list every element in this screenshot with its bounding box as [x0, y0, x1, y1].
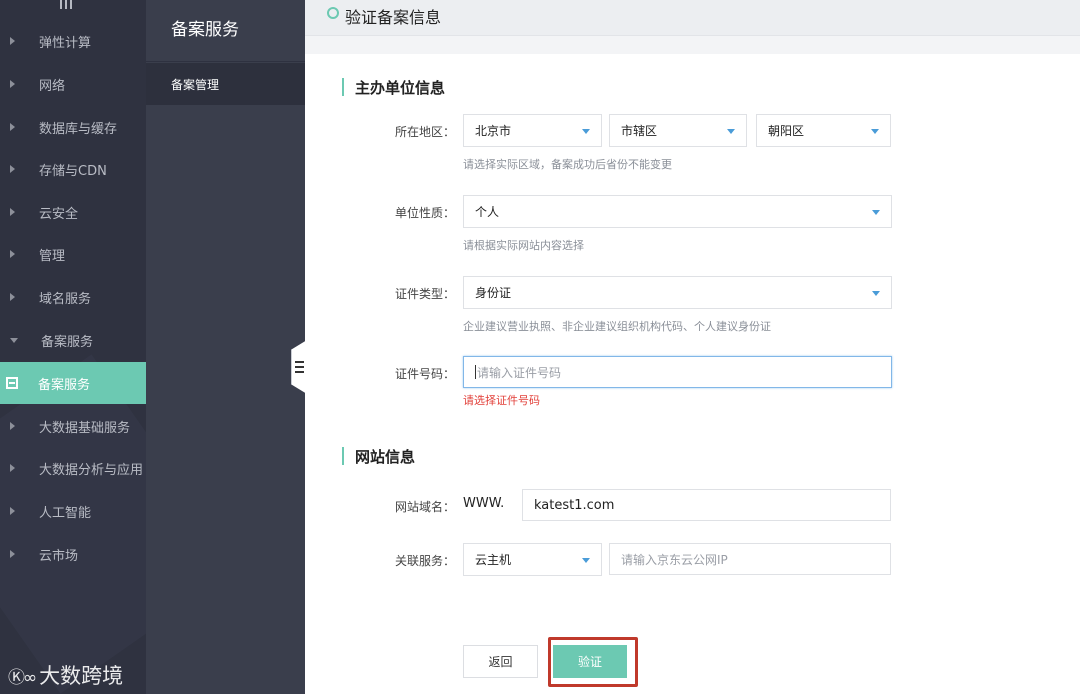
domain-prefix: WWW. — [463, 496, 505, 511]
sidebar-item-storage[interactable]: 存储与CDN — [0, 148, 146, 190]
province-value: 北京市 — [475, 124, 512, 138]
chevron-down-icon — [582, 129, 590, 134]
sidebar-item-icp-service[interactable]: 备案服务 — [0, 362, 146, 404]
service-select[interactable]: 云主机 — [463, 543, 602, 576]
cert-type-value: 身份证 — [475, 286, 512, 300]
nature-select[interactable]: 个人 — [463, 195, 892, 228]
caret-right-icon — [10, 422, 15, 430]
caret-down-icon — [10, 337, 18, 343]
sidebar-item-security[interactable]: 云安全 — [0, 191, 146, 233]
city-value: 市辖区 — [621, 124, 658, 138]
caret-right-icon — [10, 37, 15, 45]
sidebar-item-label: 人工智能 — [39, 505, 92, 521]
main-content: 验证备案信息 主办单位信息 所在地区： 北京市 市辖区 朝阳区 请选择实际区域，… — [305, 0, 1080, 694]
caret-right-icon — [10, 165, 15, 173]
nature-hint: 请根据实际网站内容选择 — [463, 239, 584, 252]
sidebar-item-elastic-compute[interactable]: 弹性计算 — [0, 20, 146, 62]
caret-right-icon — [10, 293, 15, 301]
sidebar-item-label: 弹性计算 — [39, 35, 92, 51]
sidebar-item-icp[interactable]: 备案服务 — [0, 319, 146, 361]
region-hint: 请选择实际区域，备案成功后省份不能变更 — [463, 158, 672, 171]
circle-icon — [327, 7, 339, 19]
verify-highlight-box — [548, 637, 638, 687]
chevron-down-icon — [582, 558, 590, 563]
section-title-website: 网站信息 — [342, 446, 415, 467]
domain-label: 网站域名： — [394, 500, 455, 514]
nature-label: 单位性质： — [394, 206, 455, 220]
cert-no-input[interactable]: 请输入证件号码 — [463, 356, 892, 388]
subnav-title: 备案服务 — [171, 20, 239, 40]
caret-right-icon — [10, 464, 15, 472]
sidebar-item-label: 云市场 — [39, 548, 79, 564]
subnav-item-icp-management[interactable]: 备案管理 — [146, 63, 305, 105]
sidebar-item-bigdata-base[interactable]: 大数据基础服务 — [0, 405, 146, 447]
cert-no-label: 证件号码： — [394, 367, 455, 381]
service-value: 云主机 — [475, 553, 512, 567]
brand-text: 大数跨境 — [39, 664, 124, 688]
district-value: 朝阳区 — [768, 124, 805, 138]
chevron-down-icon — [872, 291, 880, 296]
sidebar-item-label: 存储与CDN — [39, 163, 107, 179]
ip-placeholder: 请输入京东云公网IP — [621, 552, 728, 567]
caret-right-icon — [10, 550, 15, 558]
chevron-down-icon — [871, 129, 879, 134]
ip-input[interactable]: 请输入京东云公网IP — [609, 543, 891, 575]
section-title-sponsor: 主办单位信息 — [342, 77, 445, 98]
document-icon — [6, 377, 18, 389]
page-header: 验证备案信息 — [305, 0, 1080, 36]
sidebar-item-ai[interactable]: 人工智能 — [0, 490, 146, 532]
city-select[interactable]: 市辖区 — [609, 114, 747, 147]
caret-right-icon — [10, 208, 15, 216]
domain-value: katest1.com — [534, 497, 615, 513]
cert-no-placeholder: 请输入证件号码 — [477, 365, 562, 380]
sidebar-item-label: 备案服务 — [38, 377, 91, 393]
province-select[interactable]: 北京市 — [463, 114, 602, 147]
sidebar-item-label: 备案服务 — [41, 334, 94, 350]
caret-right-icon — [10, 123, 15, 131]
sidebar-item-label: 域名服务 — [39, 291, 92, 307]
cert-type-hint: 企业建议营业执照、非企业建议组织机构代码、个人建议身份证 — [463, 320, 771, 333]
brand-watermark: Ⓚ∞ 大数跨境 — [8, 660, 123, 690]
text-cursor — [475, 365, 476, 379]
caret-right-icon — [10, 250, 15, 258]
sidebar-item-network[interactable]: 网络 — [0, 63, 146, 105]
secondary-nav: 备案服务 备案管理 — [146, 0, 305, 694]
caret-right-icon — [10, 80, 15, 88]
sidebar-item-label: 数据库与缓存 — [39, 121, 118, 137]
logo-icon: Ⓚ∞ — [8, 667, 37, 688]
sidebar-item-label: 大数据分析与应用 — [39, 462, 144, 478]
chevron-down-icon — [872, 210, 880, 215]
cert-type-label: 证件类型： — [394, 287, 455, 301]
caret-right-icon — [10, 507, 15, 515]
sidebar-item-label: 大数据基础服务 — [39, 420, 131, 436]
district-select[interactable]: 朝阳区 — [756, 114, 891, 147]
back-button[interactable]: 返回 — [463, 645, 538, 678]
sidebar-item-bigdata-analysis[interactable]: 大数据分析与应用 — [0, 447, 146, 489]
sidebar-item-label: 云安全 — [39, 206, 79, 222]
sidebar-item-management[interactable]: 管理 — [0, 233, 146, 275]
menu-icon[interactable] — [60, 0, 74, 10]
region-label: 所在地区： — [394, 125, 455, 139]
sidebar-item-domain[interactable]: 域名服务 — [0, 276, 146, 318]
sidebar-item-label: 网络 — [39, 78, 66, 94]
cert-type-select[interactable]: 身份证 — [463, 276, 892, 309]
chevron-down-icon — [727, 129, 735, 134]
nature-value: 个人 — [475, 205, 500, 219]
cert-no-error: 请选择证件号码 — [463, 394, 540, 407]
main-sidebar: 弹性计算 网络 数据库与缓存 存储与CDN 云安全 管理 域名服务 备案服务 备… — [0, 0, 146, 694]
sidebar-item-marketplace[interactable]: 云市场 — [0, 533, 146, 575]
service-label: 关联服务： — [394, 554, 455, 568]
header-spacer — [305, 36, 1080, 54]
domain-input[interactable]: katest1.com — [522, 489, 891, 521]
sidebar-item-label: 管理 — [39, 248, 66, 264]
sidebar-item-database[interactable]: 数据库与缓存 — [0, 106, 146, 148]
page-title: 验证备案信息 — [345, 8, 442, 27]
